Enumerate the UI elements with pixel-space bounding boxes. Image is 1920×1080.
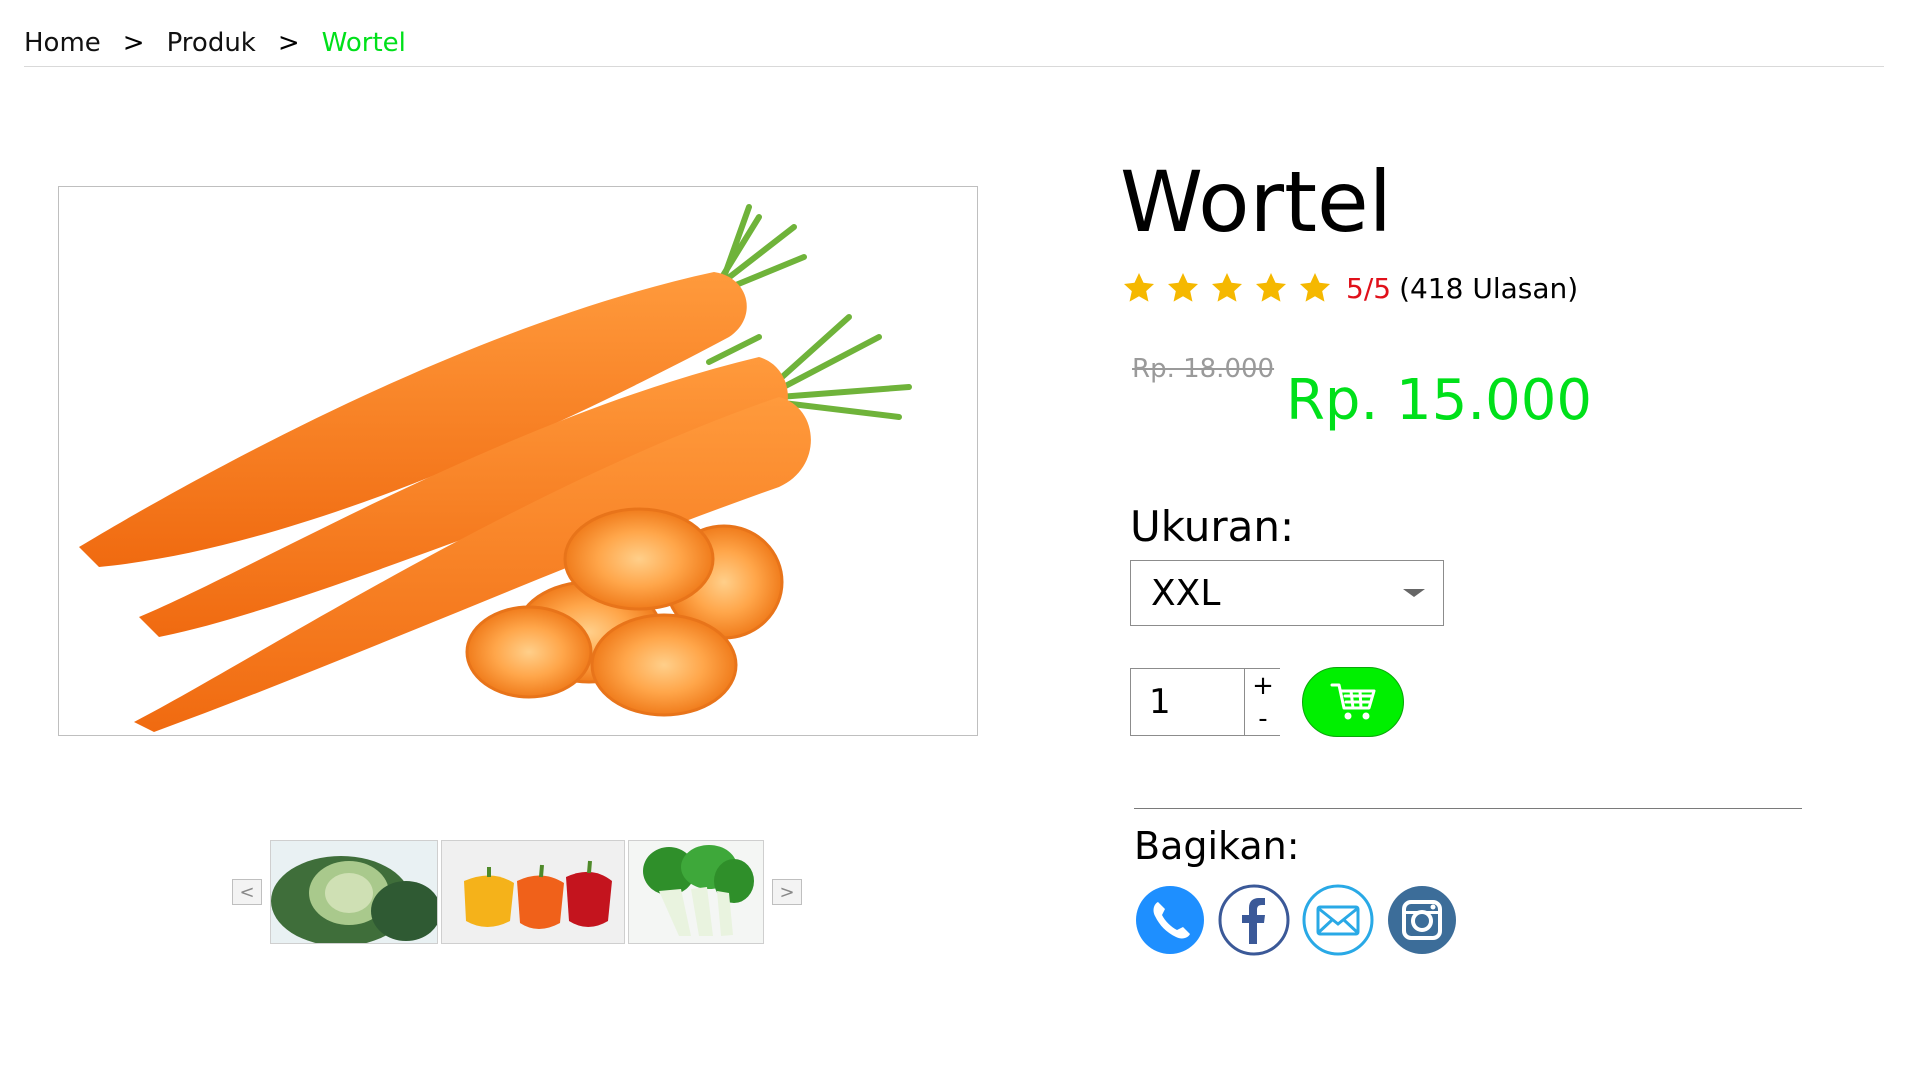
thumbnail-next-button[interactable]: > xyxy=(772,879,802,905)
chevron-down-icon xyxy=(1403,589,1425,597)
rating-score: 5/5 xyxy=(1346,271,1392,305)
size-selected-value: XXL xyxy=(1151,572,1221,614)
bok-choy-image xyxy=(629,841,763,943)
product-rating: 5/5 (418 Ulasan) xyxy=(1120,270,1578,306)
star-icon xyxy=(1256,273,1286,302)
divider xyxy=(1134,808,1802,809)
quantity-increase-button[interactable]: + xyxy=(1244,669,1281,703)
star-icon xyxy=(1168,273,1198,302)
star-icon xyxy=(1124,273,1154,302)
bell-peppers-image xyxy=(442,841,624,943)
star-icon xyxy=(1300,273,1330,302)
cabbage-image xyxy=(271,841,437,943)
facebook-icon[interactable] xyxy=(1218,884,1290,956)
share-icons xyxy=(1134,884,1470,956)
review-count[interactable]: (418 Ulasan) xyxy=(1399,272,1578,305)
quantity-decrease-button[interactable]: - xyxy=(1244,702,1281,735)
mail-icon[interactable] xyxy=(1302,884,1374,956)
quantity-input[interactable] xyxy=(1131,669,1243,735)
breadcrumb-home[interactable]: Home xyxy=(24,28,101,58)
add-to-cart-button[interactable] xyxy=(1302,667,1404,737)
size-dropdown[interactable]: XXL xyxy=(1130,560,1444,626)
sale-price: Rp. 15.000 xyxy=(1286,368,1593,433)
breadcrumb: Home > Produk > Wortel xyxy=(24,20,1884,67)
size-label: Ukuran: xyxy=(1130,502,1295,551)
breadcrumb-separator: > xyxy=(277,28,300,58)
thumbnail-bok-choy[interactable] xyxy=(628,840,764,944)
product-title: Wortel xyxy=(1120,153,1393,251)
breadcrumb-separator: > xyxy=(122,28,145,58)
original-price: Rp. 18.000 xyxy=(1132,354,1275,384)
instagram-icon[interactable] xyxy=(1386,884,1458,956)
product-main-image xyxy=(58,186,978,736)
breadcrumb-current: Wortel xyxy=(321,28,406,58)
thumbnail-carousel: < > xyxy=(232,840,802,944)
thumbnail-cabbage[interactable] xyxy=(270,840,438,944)
phone-icon[interactable] xyxy=(1134,884,1206,956)
cart-icon xyxy=(1330,683,1376,720)
carrot-image xyxy=(79,204,912,732)
breadcrumb-products[interactable]: Produk xyxy=(167,28,256,58)
quantity-stepper: + - xyxy=(1130,668,1281,736)
thumbnail-bell-peppers[interactable] xyxy=(441,840,625,944)
thumbnail-prev-button[interactable]: < xyxy=(232,879,262,905)
star-icon xyxy=(1212,273,1242,302)
share-label: Bagikan: xyxy=(1134,824,1300,868)
